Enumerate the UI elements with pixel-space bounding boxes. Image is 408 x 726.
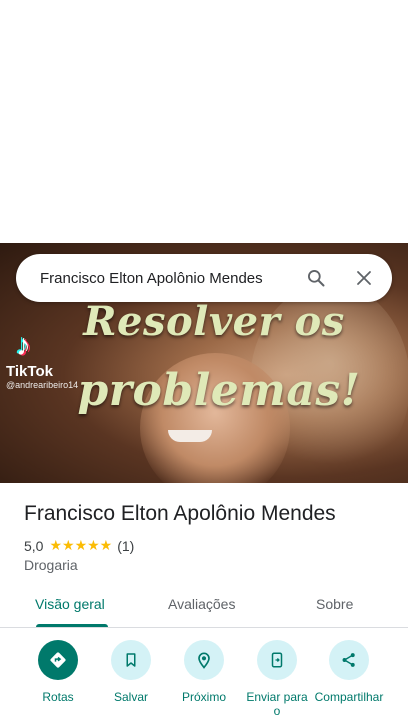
save-label: Salvar — [113, 690, 148, 704]
place-tabs: Visão geral Avaliações Sobre — [0, 584, 408, 628]
share-button[interactable]: Compartilhar — [309, 640, 389, 704]
tab-about[interactable]: Sobre — [316, 596, 353, 612]
place-title: Francisco Elton Apolônio Mendes — [24, 502, 336, 525]
tiktok-brand: TikTok — [6, 363, 53, 380]
send-to-phone-label: Enviar para o — [246, 690, 308, 718]
bookmark-icon — [111, 640, 151, 680]
search-bar[interactable]: Francisco Elton Apolônio Mendes — [16, 254, 392, 302]
active-tab-indicator — [36, 624, 108, 627]
tiktok-watermark: ♪ TikTok @andrearibeiro14 — [6, 329, 116, 391]
photo-smile-shape — [168, 430, 212, 442]
directions-label: Rotas — [42, 690, 74, 704]
save-button[interactable]: Salvar — [91, 640, 171, 704]
share-label: Compartilhar — [314, 690, 384, 704]
search-query[interactable]: Francisco Elton Apolônio Mendes — [40, 270, 304, 287]
nearby-button[interactable]: Próximo — [164, 640, 244, 704]
rating-row[interactable]: 5,0 ★★★★★ (1) — [24, 537, 134, 554]
directions-button[interactable]: Rotas — [18, 640, 98, 704]
search-icon[interactable] — [304, 266, 328, 290]
place-category[interactable]: Drogaria — [24, 557, 78, 573]
share-icon — [329, 640, 369, 680]
tab-overview[interactable]: Visão geral — [35, 596, 105, 612]
tiktok-handle: @andrearibeiro14 — [6, 380, 79, 390]
rating-stars: ★★★★★ — [49, 537, 113, 553]
nearby-label: Próximo — [181, 690, 226, 704]
send-to-phone-icon — [257, 640, 297, 680]
tab-reviews[interactable]: Avaliações — [168, 596, 235, 612]
rating-value: 5,0 — [24, 537, 44, 554]
map-blank-area — [0, 0, 408, 243]
close-icon[interactable] — [352, 266, 376, 290]
review-count[interactable]: (1) — [117, 538, 134, 554]
directions-icon — [38, 640, 78, 680]
nearby-icon — [184, 640, 224, 680]
send-to-phone-button[interactable]: Enviar para o — [237, 640, 317, 718]
action-bar: Rotas Salvar Próximo Enviar para o Compa… — [0, 640, 408, 726]
tiktok-icon: ♪ — [16, 329, 31, 362]
